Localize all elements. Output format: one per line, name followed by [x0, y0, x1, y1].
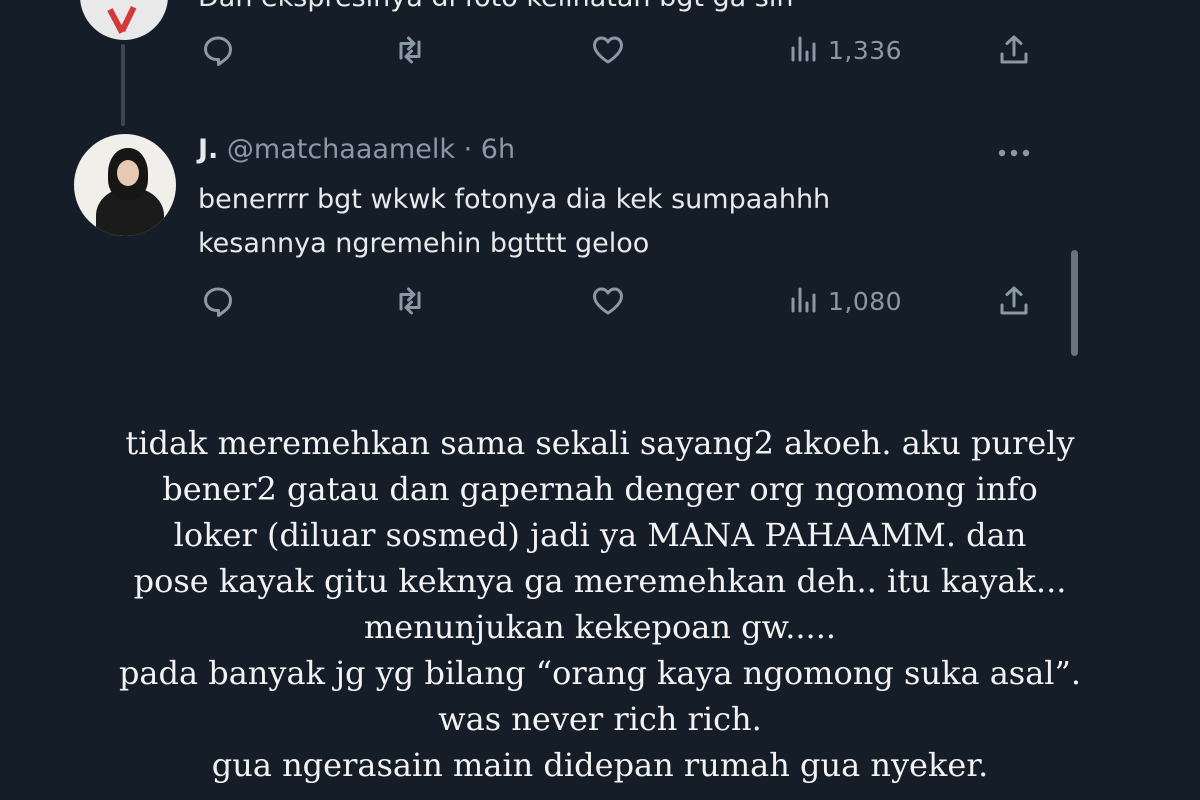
tweet-text-line: kesannya ngremehin bgtttt geloo	[198, 228, 650, 259]
views-button[interactable]: 1,336	[784, 30, 902, 70]
tweet-text: benerrrr bgt wkwk fotonya dia kek sumpaa…	[198, 178, 978, 266]
avatar-detail	[119, 6, 137, 32]
tweet-header: J. @matchaaamelk · 6h	[198, 134, 515, 165]
caption-line: bener2 gatau dan gapernah denger org ngo…	[162, 470, 1038, 508]
views-count: 1,080	[828, 286, 903, 316]
retweet-button[interactable]	[390, 30, 430, 70]
caption-line: menunjukan kekepoan gw.....	[363, 608, 837, 646]
avatar[interactable]	[80, 0, 168, 40]
caption-line: loker (diluar sosmed) jadi ya MANA PAHAA…	[173, 516, 1027, 554]
share-button[interactable]	[994, 30, 1034, 70]
like-icon	[593, 287, 623, 315]
retweet-button[interactable]	[390, 281, 430, 321]
like-button[interactable]	[588, 281, 628, 321]
reply-button[interactable]	[198, 281, 238, 321]
thread-connector	[121, 44, 125, 126]
retweet-icon	[399, 287, 421, 315]
views-icon	[791, 287, 816, 313]
avatar[interactable]	[74, 134, 176, 236]
display-name[interactable]: J.	[198, 134, 218, 165]
story-caption: tidak meremehkan sama sekali sayang2 ako…	[0, 420, 1200, 788]
views-button[interactable]: 1,080	[784, 281, 902, 321]
more-icon	[998, 149, 1030, 157]
reply-button[interactable]	[198, 30, 238, 70]
reply-icon	[204, 36, 232, 66]
tweet-text-line: benerrrr bgt wkwk fotonya dia kek sumpaa…	[198, 184, 831, 215]
retweet-icon	[399, 36, 421, 64]
like-button[interactable]	[588, 30, 628, 70]
more-button[interactable]	[994, 138, 1034, 168]
reply-icon	[204, 287, 232, 317]
caption-line: gua ngerasain main didepan rumah gua nye…	[211, 746, 989, 784]
timestamp[interactable]: 6h	[481, 134, 515, 165]
like-icon	[593, 36, 623, 64]
caption-line: tidak meremehkan sama sekali sayang2 ako…	[125, 424, 1075, 462]
avatar-detail	[117, 160, 139, 186]
tweet-actions: 1,336	[196, 30, 1036, 70]
scrollbar[interactable]	[1071, 250, 1078, 356]
tweet-text: Dan ekspresinya di foto kelihatan bgt ga…	[198, 0, 794, 13]
share-icon	[1000, 286, 1028, 315]
views-count: 1,336	[828, 35, 903, 65]
caption-line: was never rich rich.	[438, 700, 762, 738]
caption-line: pada banyak jg yg bilang “orang kaya ngo…	[118, 654, 1082, 692]
tweet-actions: 1,080	[196, 281, 1036, 321]
separator: ·	[463, 134, 473, 165]
caption-line: pose kayak gitu keknya ga meremehkan deh…	[133, 562, 1067, 600]
share-icon	[1000, 35, 1028, 64]
share-button[interactable]	[994, 281, 1034, 321]
views-icon	[791, 36, 816, 62]
username[interactable]: @matchaaamelk	[227, 134, 455, 165]
